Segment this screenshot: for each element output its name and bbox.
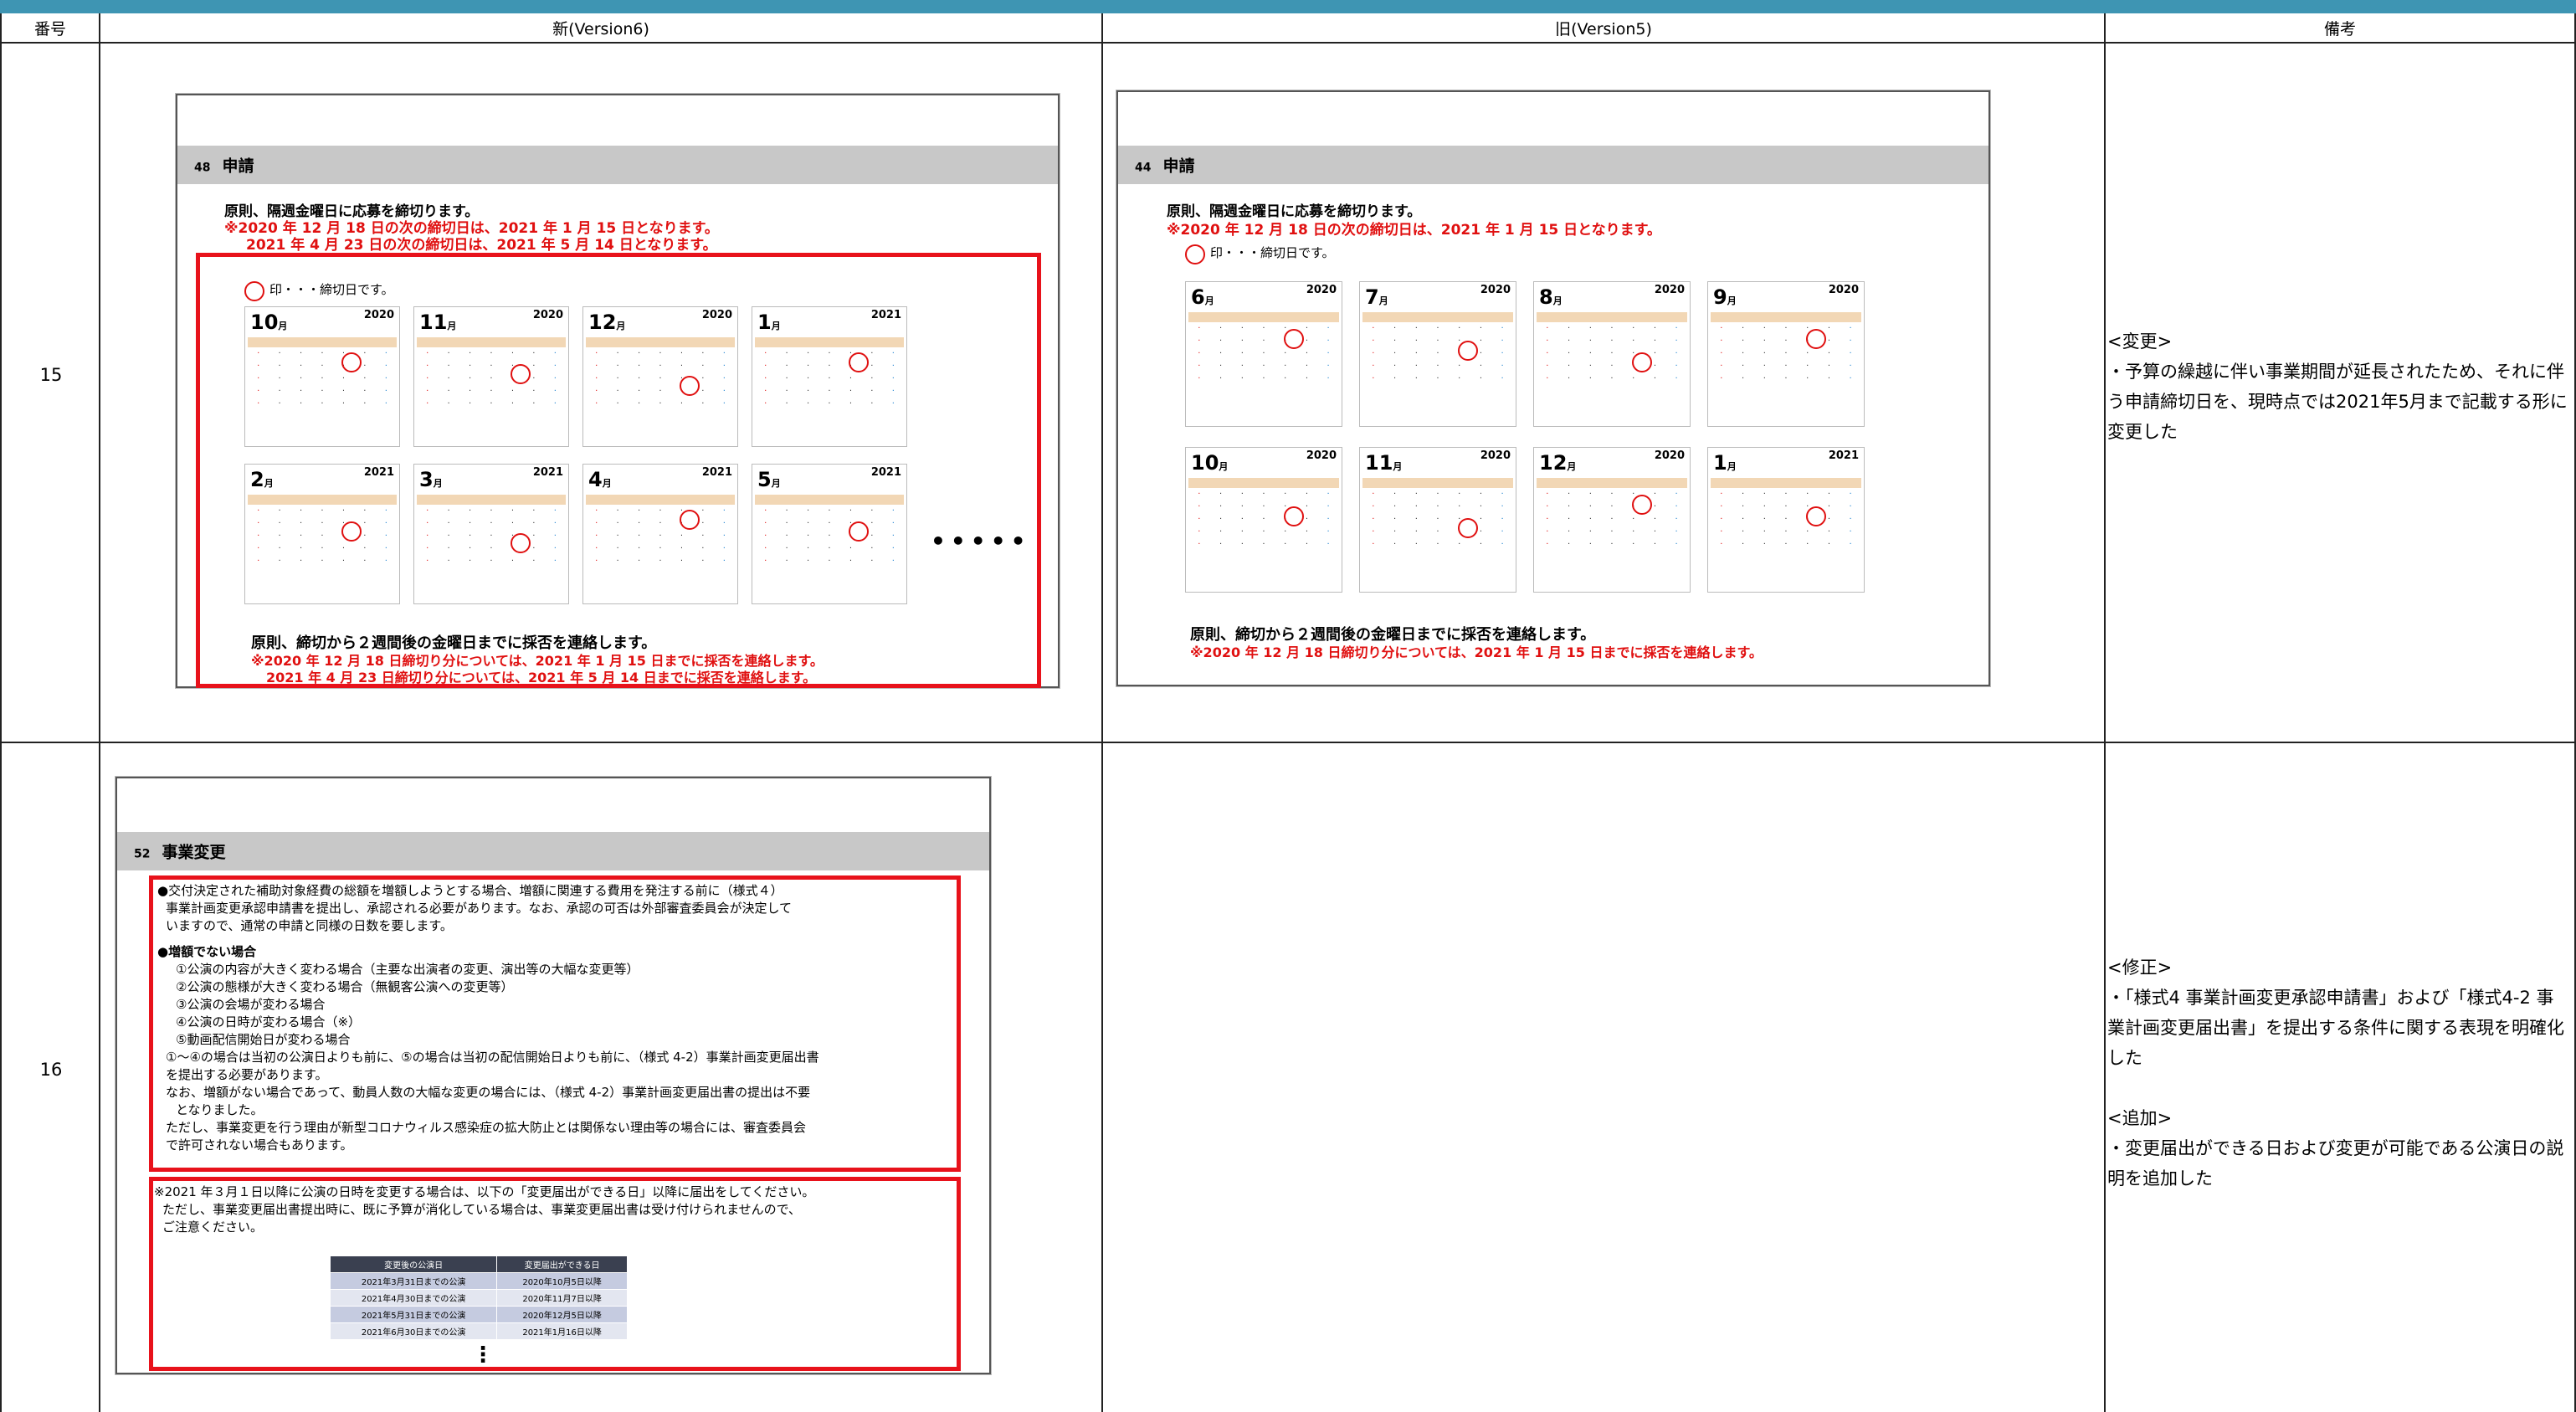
calendar-month: 1月 2021 · · · · · · · · · · · · · · · · · · · · · · · · · · · · · · · · · ·…	[1707, 447, 1865, 593]
deadline-circle	[1283, 506, 1304, 526]
top-color-bar	[0, 0, 2576, 13]
circle-mark-icon	[244, 281, 264, 301]
header-old: 旧(Version5)	[1101, 13, 2106, 44]
vertical-ellipsis: ⋮	[472, 1343, 494, 1368]
deadline-circle	[849, 521, 870, 542]
calendar-month: 10月 2020 · · · · · · · · · · · · · · · · · · · · · · · · · · · · · · · · ·…	[244, 306, 400, 447]
calendar-month: 7月 2020 · · · · · · · · · · · · · · · · · · · · · · · · · · · · · · · · · ·…	[1359, 281, 1516, 427]
old15-legend: 印・・・締切日です。	[1210, 245, 1335, 260]
new16-note: ※2021 年３月１日以降に公演の日時を変更する場合は、以下の「変更届出ができる…	[154, 1184, 815, 1235]
calendar-month: 12月 2020 · · · · · · · · · · · · · · · · · · · · · · · · · · · · · · · · ·…	[1533, 447, 1691, 593]
note-15: <変更> ・予算の繰越に伴い事業期間が延長されたため、それに伴う申請締切日を、現時…	[2107, 331, 2568, 442]
calendar-month: 11月 2020 · · · · · · · · · · · · · · · · · · · · · · · · · · · · · · · · ·…	[1359, 447, 1516, 593]
new16-page: 52 事業変更 ●交付決定された補助対象経費の総額を増額しようとする場合、増額に関…	[115, 777, 991, 1374]
old15-line2: ※2020 年 12 月 18 日の次の締切日は、2021 年 1 月 15 日…	[1167, 222, 1661, 239]
deadline-circle	[849, 352, 870, 372]
calendar-month: 6月 2020 · · · · · · · · · · · · · · · · · · · · · · · · · · · · · · · · · ·…	[1185, 281, 1342, 427]
section-band: 52 事業変更	[117, 832, 989, 870]
change-date-table: 変更後の公演日 変更届出ができる日 2021年3月31日までの公演 2020年10月…	[329, 1255, 628, 1340]
circle-mark-icon	[1185, 244, 1205, 264]
header-new: 新(Version6)	[99, 13, 1103, 44]
deadline-circle	[511, 363, 531, 384]
deadline-circle	[680, 509, 700, 530]
deadline-circle	[341, 352, 362, 372]
ellipsis-dots: •••••	[931, 527, 1031, 555]
row-number-16: 16	[39, 1060, 63, 1080]
new15-page: 48 申請 原則、隔週金曜日に応募を締切ります。 ※2020 年 12 月 18 …	[176, 94, 1060, 688]
calendar-month: 5月 2021 · · · · · · · · · · · · · · · · · · · · · · · · · · · · · · · · · ·…	[752, 464, 907, 604]
row-number-15: 15	[39, 365, 63, 385]
calendar-month: 8月 2020 · · · · · · · · · · · · · · · · · · · · · · · · · · · · · · · · · ·…	[1533, 281, 1691, 427]
comparison-table: 番号 新(Version6) 旧(Version5) 備考 15 16 <変更>…	[0, 13, 2576, 1412]
new16-para: ●交付決定された補助対象経費の総額を増額しようとする場合、増額に関連する費用を発…	[157, 883, 819, 1153]
calendar-month: 12月 2020 · · · · · · · · · · · · · · · · · · · · · · · · · · · · · · · · ·…	[582, 306, 738, 447]
new15-line3: 2021 年 4 月 23 日の次の締切日は、2021 年 5 月 14 日とな…	[246, 237, 717, 254]
section-band: 48 申請	[177, 146, 1058, 184]
calendar-month: 9月 2020 · · · · · · · · · · · · · · · · · · · · · · · · · · · · · · · · · ·…	[1707, 281, 1865, 427]
deadline-circle	[1805, 506, 1826, 526]
header-note: 備考	[2104, 13, 2576, 44]
deadline-circle	[1631, 352, 1652, 372]
calendar-month: 3月 2021 · · · · · · · · · · · · · · · · · · · · · · · · · · · · · · · · · ·…	[413, 464, 569, 604]
deadline-circle	[1631, 494, 1652, 515]
deadline-circle	[680, 375, 700, 396]
deadline-circle	[1457, 517, 1478, 538]
calendar-month: 2月 2021 · · · · · · · · · · · · · · · · · · · · · · · · · · · · · · · · · ·…	[244, 464, 400, 604]
deadline-circle	[511, 532, 531, 553]
old15-footer2: ※2020 年 12 月 18 日締切り分については、2021 年 1 月 15…	[1190, 644, 1763, 660]
deadline-circle	[1805, 328, 1826, 349]
deadline-circle	[1283, 328, 1304, 349]
deadline-circle	[341, 521, 362, 542]
old15-page: 44 申請 原則、隔週金曜日に応募を締切ります。 ※2020 年 12 月 18 …	[1116, 90, 1990, 686]
deadline-circle	[1457, 340, 1478, 361]
calendar-month: 4月 2021 · · · · · · · · · · · · · · · · · · · · · · · · · · · · · · · · · ·…	[582, 464, 738, 604]
calendar-month: 11月 2020 · · · · · · · · · · · · · · · · · · · · · · · · · · · · · · · · ·…	[413, 306, 569, 447]
note-16: <修正> ・「様式4 事業計画変更承認申請書」および「様式4-2 事業計画変更届出…	[2107, 958, 2564, 1189]
header-num: 番号	[0, 13, 100, 44]
new15-footer3: 2021 年 4 月 23 日締切り分については、2021 年 5 月 14 日…	[266, 670, 817, 685]
new15-legend: 印・・・締切日です。	[269, 282, 394, 297]
calendar-month: 1月 2021 · · · · · · · · · · · · · · · · · · · · · · · · · · · · · · · · · ·…	[752, 306, 907, 447]
section-band: 44 申請	[1118, 146, 1988, 184]
calendar-month: 10月 2020 · · · · · · · · · · · · · · · · · · · · · · · · · · · · · · · · ·…	[1185, 447, 1342, 593]
